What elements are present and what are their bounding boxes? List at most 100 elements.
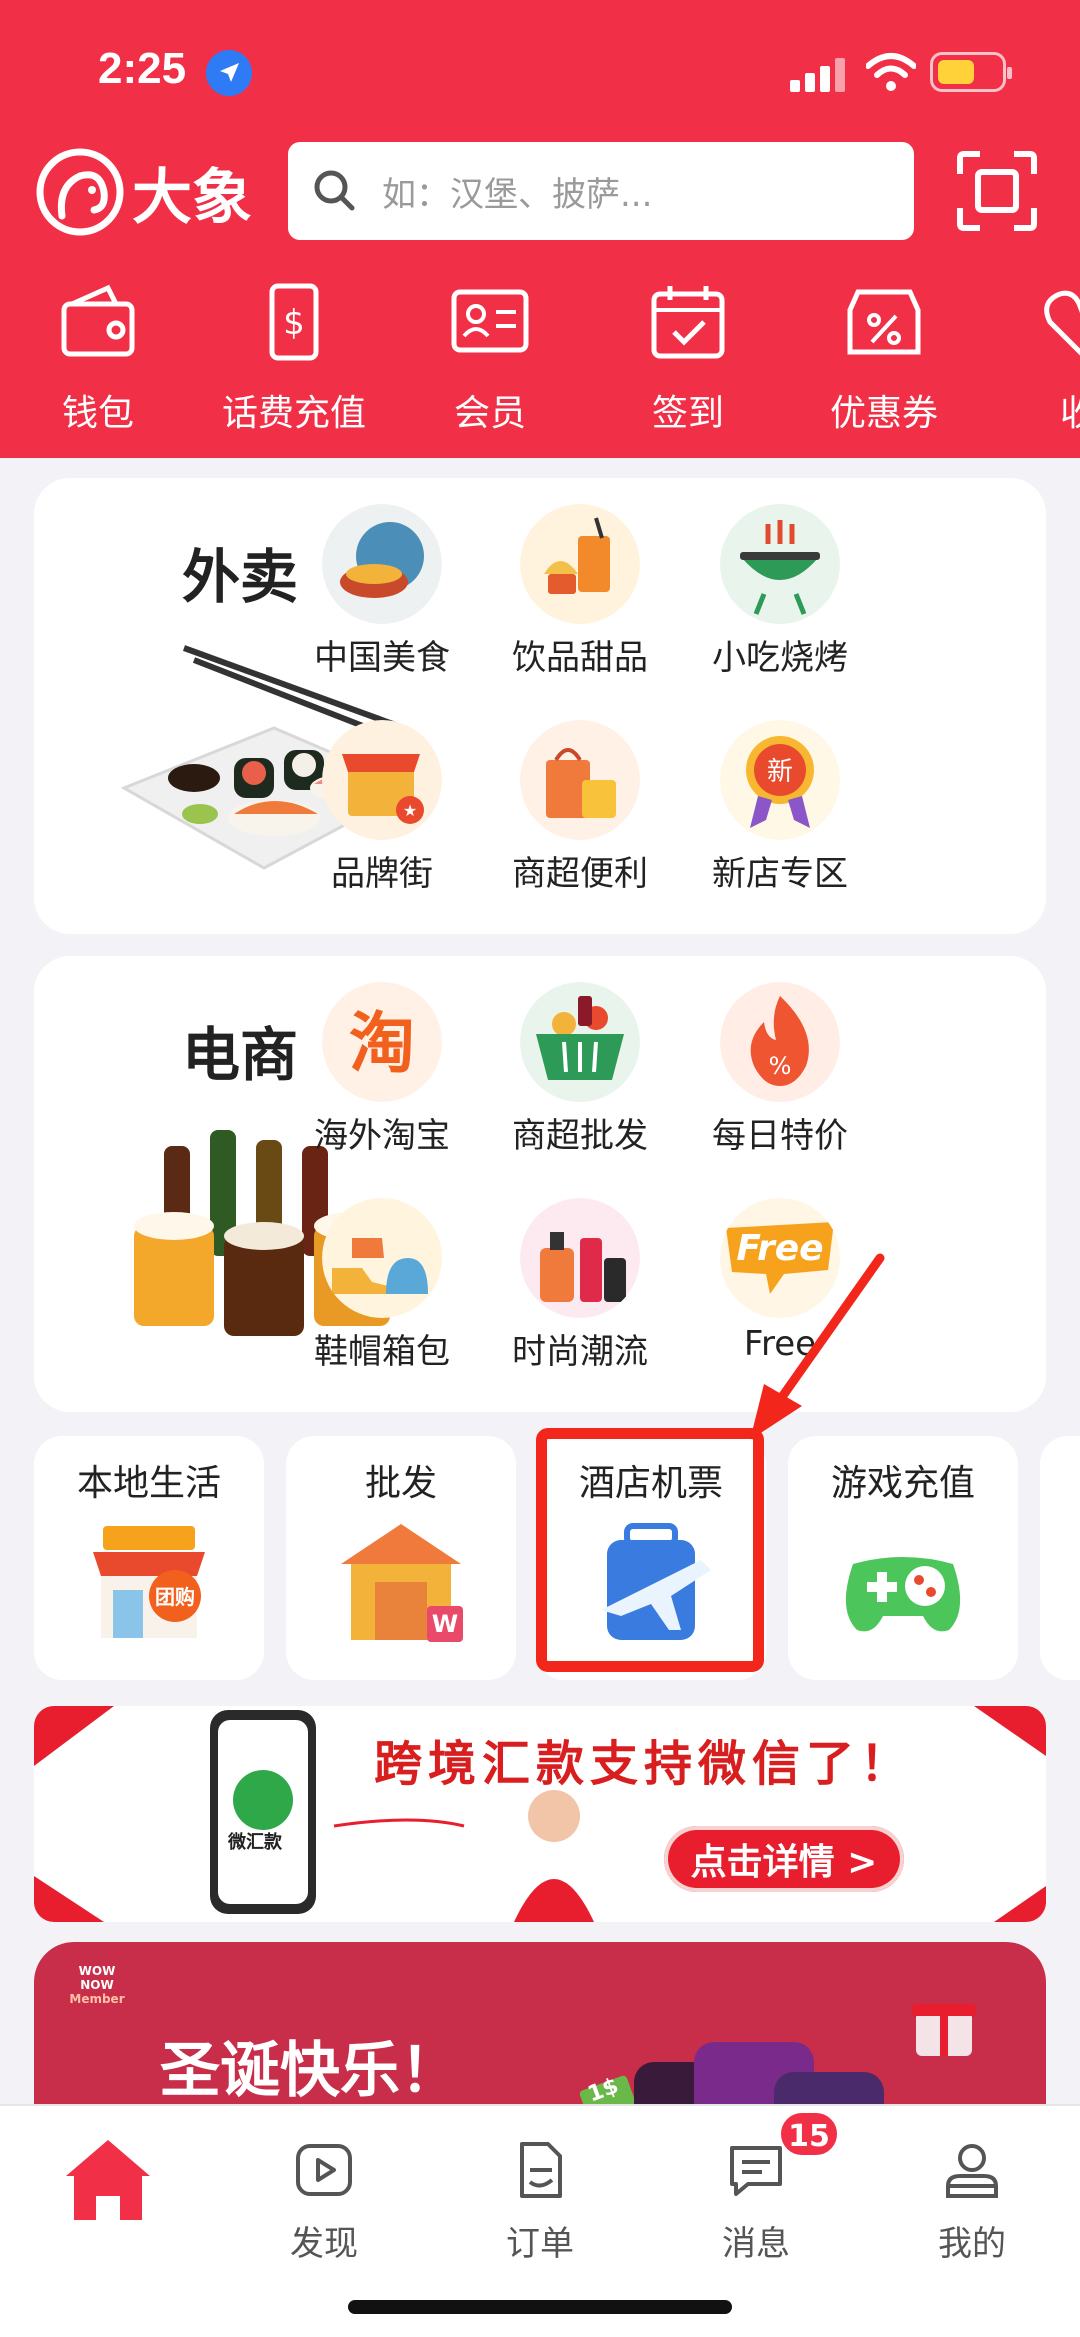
nav-label: 消息 (722, 2224, 790, 2264)
tile-label: 游戏充值 (830, 1463, 975, 1504)
quick-member-label: 会员 (453, 393, 526, 434)
message-icon (730, 2146, 782, 2196)
nav-profile[interactable]: 我的 (882, 2124, 1062, 2264)
shoes-hats-icon (322, 1198, 442, 1318)
logo-line: Member (69, 1992, 125, 2006)
new-store-icon: 新 (720, 720, 840, 840)
category-bbq[interactable]: 小吃烧烤 (680, 504, 880, 704)
category-shoes-hats[interactable]: 鞋帽箱包 (282, 1198, 482, 1398)
quick-favorite[interactable]: 收 (980, 272, 1080, 442)
svg-text:★: ★ (403, 801, 417, 820)
cellular-signal-icon (790, 58, 845, 92)
quick-phone-recharge-label: 话费充值 (221, 393, 366, 434)
category-drinks-dessert[interactable]: 饮品甜品 (480, 504, 680, 704)
takeaway-title[interactable]: 外卖 (182, 530, 298, 614)
svg-text:团购: 团购 (155, 1585, 195, 1609)
phone-recharge-icon: $ (269, 283, 319, 361)
wholesale-store-icon: W (341, 1524, 463, 1642)
local-life-icon: 团购 (93, 1526, 205, 1638)
brand-logo[interactable]: 大象 (34, 146, 264, 238)
nav-label: 订单 (506, 2224, 574, 2264)
search-placeholder: 如：汉堡、披萨... (382, 174, 653, 215)
quick-member[interactable]: 会员 (390, 272, 590, 442)
status-time: 2:25 (98, 44, 187, 93)
pointer-arrow (750, 1253, 885, 1440)
home-icon (66, 2140, 150, 2220)
quick-favorite-label: 收 (1060, 393, 1080, 434)
member-card-icon (451, 289, 529, 353)
quick-phone-recharge[interactable]: $ 话费充值 (194, 272, 394, 442)
category-wholesale[interactable]: 商超批发 (480, 982, 680, 1182)
nav-home[interactable] (18, 2124, 198, 2264)
category-label: 新店专区 (712, 854, 848, 894)
bbq-icon (720, 504, 840, 624)
game-controller-icon (845, 1557, 961, 1632)
tile-wholesale[interactable]: 批发 W (286, 1436, 516, 1680)
taobao-icon: 淘 (322, 982, 442, 1102)
remittance-banner[interactable]: 跨境汇款支持微信了！ 微汇款 点击详情 > (34, 1706, 1046, 1922)
category-supermarket[interactable]: 商超便利 (480, 720, 680, 920)
profile-icon (946, 2144, 998, 2198)
tile-label: 本地生活 (76, 1463, 221, 1504)
calendar-check-icon (651, 286, 725, 359)
chinese-food-icon (322, 504, 442, 624)
category-chinese-food[interactable]: 中国美食 (282, 504, 482, 704)
svg-text:新: 新 (767, 757, 793, 787)
quick-wallet-label: 钱包 (61, 393, 134, 434)
tile-game-recharge[interactable]: 游戏充值 (788, 1436, 1018, 1680)
remittance-details-button[interactable]: 点击详情 > (664, 1826, 904, 1892)
tile-label: 批发 (364, 1463, 437, 1504)
fashion-icon (520, 1198, 640, 1318)
nav-orders[interactable]: 订单 (450, 2124, 630, 2264)
favorite-icon (1044, 290, 1080, 356)
remittance-headline: 跨境汇款支持微信了！ (374, 1736, 915, 1792)
wifi-icon (866, 53, 916, 91)
wallet-icon (61, 284, 135, 357)
nav-label: 发现 (290, 2224, 358, 2264)
drinks-dessert-icon (520, 504, 640, 624)
category-taobao[interactable]: 淘 海外淘宝 (282, 982, 482, 1182)
scan-icon[interactable] (956, 150, 1038, 232)
takeaway-card: 外卖 中国美食 饮品甜品 小吃烧烤 ★ 品牌街 商超便利 新 新店专区 (34, 478, 1046, 934)
elephant-logo-icon (36, 148, 124, 236)
message-badge: 15 (778, 2110, 840, 2158)
remittance-details-label: 点击详情 > (690, 1842, 878, 1883)
category-label: 每日特价 (712, 1116, 848, 1156)
nav-label: 我的 (938, 2224, 1006, 2264)
tile-peek (1040, 1436, 1080, 1680)
discover-play-icon (296, 2144, 352, 2196)
ecommerce-title[interactable]: 电商 (182, 1008, 298, 1092)
quick-wallet[interactable]: 钱包 (0, 272, 198, 442)
quick-actions: 钱包 $ 话费充值 会员 签到 优惠券 收 (0, 272, 1080, 442)
wholesale-basket-icon (520, 982, 640, 1102)
header-area: 2:25 大象 如：汉堡、披萨... 钱包 $ 话费充值 会员 签到 优惠券 收 (0, 0, 1080, 458)
search-input[interactable]: 如：汉堡、披萨... (288, 142, 914, 240)
logo-line: NOW (80, 1978, 114, 1992)
remittance-phone-label: 微汇款 (228, 1832, 282, 1853)
svg-text:淘: 淘 (349, 1005, 415, 1082)
logo-line: WOW (78, 1964, 116, 1978)
quick-checkin[interactable]: 签到 (588, 272, 788, 442)
supermarket-icon (520, 720, 640, 840)
coupon-icon (847, 289, 921, 355)
home-indicator[interactable] (348, 2300, 732, 2314)
category-label: 小吃烧烤 (712, 638, 848, 678)
battery-icon (930, 52, 1012, 92)
svg-text:%: % (769, 1052, 792, 1080)
category-new-store[interactable]: 新 新店专区 (680, 720, 880, 920)
quick-coupon[interactable]: 优惠券 (784, 272, 984, 442)
highlight-box (536, 1428, 764, 1672)
category-brand-street[interactable]: ★ 品牌街 (282, 720, 482, 920)
brand-name: 大象 (132, 162, 252, 233)
search-icon (314, 170, 355, 211)
nav-discover[interactable]: 发现 (234, 2124, 414, 2264)
category-daily-deal[interactable]: % 每日特价 (680, 982, 880, 1182)
svg-text:W: W (432, 1610, 458, 1638)
daily-deal-icon: % (720, 982, 840, 1102)
quick-checkin-label: 签到 (651, 393, 724, 434)
quick-coupon-label: 优惠券 (829, 393, 938, 434)
category-fashion[interactable]: 时尚潮流 (480, 1198, 680, 1398)
wow-now-member-logo: WOW NOW Member (62, 1964, 132, 2018)
tile-local-life[interactable]: 本地生活 团购 (34, 1436, 264, 1680)
status-bar: 2:25 (0, 0, 1080, 130)
